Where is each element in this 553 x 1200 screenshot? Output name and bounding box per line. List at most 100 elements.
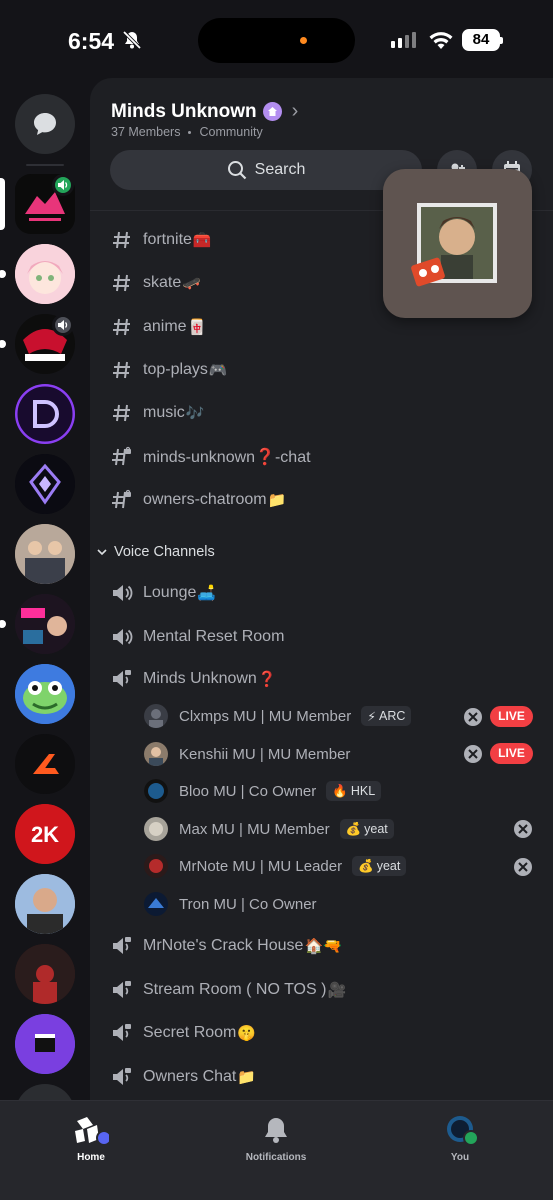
live-badge: LIVE <box>490 743 533 764</box>
clan-tag: ⚡ ARC <box>361 706 412 726</box>
unread-indicator <box>0 340 6 348</box>
clan-tag: 💰 yeat <box>352 856 407 876</box>
voice-channel-mental-reset-room[interactable]: Mental Reset Room <box>110 622 285 652</box>
server-icon-group-photo[interactable] <box>15 524 75 584</box>
server-rail[interactable]: 2K <box>0 78 90 1100</box>
search-button[interactable]: Search <box>110 150 422 190</box>
text-channel-minds-unknown-chat[interactable]: minds-unknown❓-chat <box>110 442 312 472</box>
member-name: MrNote MU | MU Leader <box>179 857 343 875</box>
member-count: 37 Members <box>111 125 181 139</box>
voice-channel-secret-room[interactable]: Secret Room 🤫 <box>110 1018 256 1048</box>
member-name: Clxmps MU | MU Member <box>179 707 352 725</box>
voice-member[interactable]: Tron MU | Co Owner <box>144 889 317 919</box>
channel-name: Mental Reset Room <box>143 628 285 645</box>
avatar <box>144 854 168 878</box>
server-icon-diamond[interactable] <box>15 454 75 514</box>
voice-member[interactable]: Bloo MU | Co Owner 🔥 HKL <box>144 776 382 806</box>
text-channel-top-plays[interactable]: top-plays 🎮 <box>110 355 228 385</box>
voice-badge <box>52 314 74 336</box>
text-channel-owners-chatroom[interactable]: owners-chatroom 📁 <box>110 485 286 515</box>
voice-member[interactable]: Max MU | MU Member 💰 yeat <box>144 814 394 844</box>
nav-label: You <box>450 1152 470 1163</box>
nav-home[interactable]: Home <box>36 1115 146 1163</box>
nav-you[interactable]: You <box>405 1115 515 1163</box>
xbox-icon <box>514 820 532 838</box>
cellular-signal-icon <box>391 32 416 48</box>
speaker-icon <box>58 320 68 330</box>
channel-name: Secret Room <box>143 1024 237 1041</box>
category-label: Voice Channels <box>114 544 215 560</box>
rail-divider <box>26 164 64 166</box>
svg-text:2K: 2K <box>31 822 59 847</box>
bottom-navigation: Home Notifications You <box>0 1100 553 1200</box>
voice-member[interactable]: MrNote MU | MU Leader 💰 yeat <box>144 851 407 881</box>
speaker-lock-icon <box>110 1021 134 1045</box>
xbox-icon <box>514 858 532 876</box>
server-icon-album[interactable] <box>15 944 75 1004</box>
profile-avatar-icon <box>447 1116 479 1145</box>
server-icon-clapper[interactable] <box>15 1014 75 1074</box>
voice-member[interactable]: Clxmps MU | MU Member ⚡ ARC <box>144 701 412 731</box>
picture-in-picture-video[interactable] <box>383 169 532 318</box>
battery-indicator: 84 <box>462 29 503 51</box>
nav-label: Home <box>77 1152 105 1163</box>
clan-tag: 💰 yeat <box>339 819 394 839</box>
channel-name: owners-chatroom <box>143 491 267 508</box>
live-badge: LIVE <box>490 706 533 727</box>
channel-name: minds-unknown❓-chat <box>143 449 311 466</box>
avatar <box>144 817 168 841</box>
bell-icon <box>265 1118 287 1143</box>
bell-off-icon <box>122 30 142 50</box>
channel-name: fortnite <box>143 231 192 248</box>
channel-name: Owners Chat <box>143 1068 237 1085</box>
nav-notifications[interactable]: Notifications <box>221 1115 331 1163</box>
text-channel-music[interactable]: music 🎶 <box>110 398 204 428</box>
member-name: Bloo MU | Co Owner <box>179 782 317 800</box>
voice-channel-stream-room[interactable]: Stream Room ( NO TOS ) 🎥 <box>110 975 346 1005</box>
server-icon-d-logo[interactable] <box>15 384 75 444</box>
community-badge-icon <box>262 102 282 121</box>
unread-indicator <box>0 270 6 278</box>
voice-channel-mrnote-crack-house[interactable]: MrNote's Crack House 🏠🔫 <box>110 931 342 961</box>
chevron-right-icon: › <box>291 100 299 122</box>
speaker-lock-icon <box>110 934 134 958</box>
speaker-lock-icon <box>110 667 134 691</box>
member-name: Kenshii MU | MU Member <box>179 745 351 763</box>
direct-messages-button[interactable] <box>15 94 75 154</box>
channel-name: anime <box>143 318 187 335</box>
avatar <box>144 704 168 728</box>
server-icon-2k[interactable]: 2K <box>15 804 75 864</box>
server-header[interactable]: Minds Unknown › <box>111 100 298 123</box>
xbox-icon <box>464 745 482 763</box>
server-icon-arrow[interactable] <box>15 734 75 794</box>
voice-member[interactable]: Kenshii MU | MU Member <box>144 739 350 769</box>
avatar <box>144 779 168 803</box>
server-icon-frog[interactable] <box>15 664 75 724</box>
voice-channel-lounge[interactable]: Lounge 🛋️ <box>110 578 216 608</box>
server-icon-anime-girl[interactable] <box>15 244 75 304</box>
text-channel-fortnite[interactable]: fortnite 🧰 <box>110 225 212 255</box>
server-name: Minds Unknown <box>111 100 257 122</box>
voice-active-badge <box>52 174 74 196</box>
voice-channel-owners-chat[interactable]: Owners Chat 📁 <box>110 1062 256 1092</box>
voice-channel-minds-unknown[interactable]: Minds Unknown ❓ <box>110 664 277 694</box>
server-icon-portrait[interactable] <box>15 874 75 934</box>
search-icon <box>227 161 246 180</box>
text-channel-anime[interactable]: anime 🀄 <box>110 312 206 342</box>
server-icon-neon[interactable] <box>15 594 75 654</box>
speaker-icon <box>110 625 134 649</box>
privacy-indicator <box>300 37 307 44</box>
server-icon-partial[interactable] <box>15 1084 75 1100</box>
hashtag-lock-icon <box>110 488 134 512</box>
server-meta: 37 Members Community <box>111 125 263 139</box>
hashtag-lock-icon <box>110 445 134 469</box>
status-bar: 6:54 84 <box>0 0 553 78</box>
hashtag-icon <box>110 315 134 339</box>
voice-channels-category[interactable]: Voice Channels <box>96 544 215 560</box>
avatar <box>144 742 168 766</box>
pip-avatar-image <box>411 203 497 287</box>
avatar <box>144 892 168 916</box>
speaker-lock-icon <box>110 1065 134 1089</box>
home-icon <box>75 1117 109 1145</box>
text-channel-skate[interactable]: skate 🛹 <box>110 268 201 298</box>
